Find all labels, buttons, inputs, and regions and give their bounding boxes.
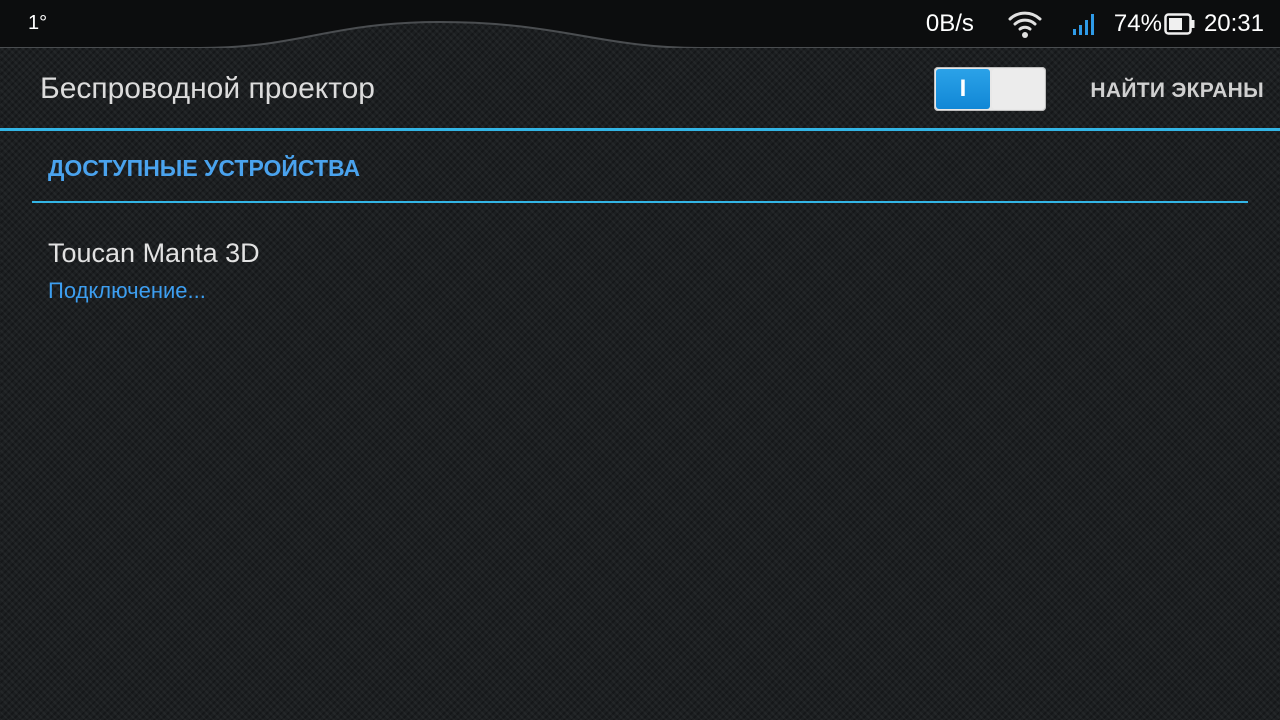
find-screens-button[interactable]: НАЙТИ ЭКРАНЫ (1090, 79, 1264, 103)
device-list-item[interactable]: Toucan Manta 3D Подключение... (32, 222, 1248, 314)
battery-icon (1164, 12, 1196, 36)
network-speed: 0B/s (925, 10, 974, 37)
wireless-projector-toggle[interactable]: I (934, 67, 1046, 111)
status-bar: 1° 0B/s 74% 20:31 (0, 0, 1280, 48)
toggle-on-thumb: I (936, 69, 990, 109)
device-status: Подключение... (48, 278, 206, 303)
cell-signal-icon (1072, 12, 1096, 36)
wifi-icon (1008, 9, 1042, 39)
page-title: Беспроводной проектор (40, 72, 375, 105)
temperature-indicator: 1° (28, 12, 48, 34)
toggle-off-area (992, 69, 1044, 109)
available-devices-header: ДОСТУПНЫЕ УСТРОЙСТВА (48, 155, 361, 181)
clock: 20:31 (1203, 10, 1264, 37)
battery-percent: 74% (1113, 10, 1162, 37)
action-bar: Беспроводной проектор I НАЙТИ ЭКРАНЫ (0, 48, 1280, 131)
status-icons: 0B/s 74% 20:31 (926, 8, 1264, 40)
device-name: Toucan Manta 3D (48, 238, 260, 268)
section-divider (32, 201, 1248, 203)
